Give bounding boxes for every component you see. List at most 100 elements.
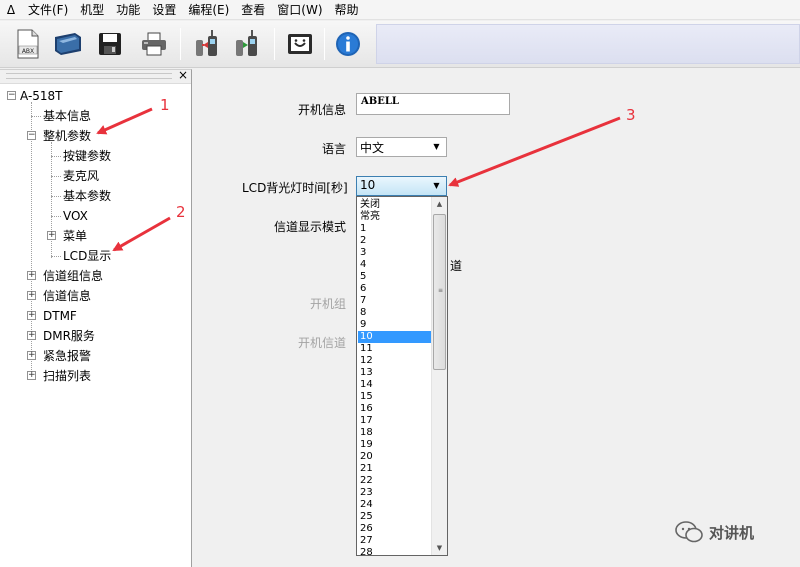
dropdown-option[interactable]: 4: [358, 259, 431, 271]
dropdown-option[interactable]: 19: [358, 439, 431, 451]
write-radio-button[interactable]: [230, 27, 266, 61]
menu-settings[interactable]: 设置: [146, 0, 182, 20]
tree-item-root[interactable]: A-518T: [20, 87, 63, 105]
tree-item-vox[interactable]: VOX: [63, 207, 88, 225]
menu-window[interactable]: 窗口(W): [271, 0, 328, 20]
menu-program[interactable]: 编程(E): [182, 0, 235, 20]
dropdown-option[interactable]: 3: [358, 247, 431, 259]
app-logo-icon[interactable]: Δ: [0, 3, 22, 17]
dropdown-option[interactable]: 14: [358, 379, 431, 391]
about-button[interactable]: [282, 27, 318, 61]
expand-toggle-scan[interactable]: +: [27, 371, 36, 380]
menu-model[interactable]: 机型: [74, 0, 110, 20]
dropdown-option[interactable]: 12: [358, 355, 431, 367]
toolbar-empty-area: [376, 24, 800, 64]
expand-toggle-menu[interactable]: +: [47, 231, 56, 240]
dropdown-option[interactable]: 26: [358, 523, 431, 535]
tree-item-dtmf[interactable]: DTMF: [43, 307, 77, 325]
dropdown-option[interactable]: 28: [358, 547, 431, 555]
power-on-info-label: 开机信息: [298, 103, 347, 117]
expand-toggle-channel-group[interactable]: +: [27, 271, 36, 280]
dropdown-option[interactable]: 17: [358, 415, 431, 427]
menu-bar: Δ 文件(F) 机型 功能 设置 编程(E) 查看 窗口(W) 帮助: [0, 0, 800, 20]
lcd-backlight-dropdown-list[interactable]: 关闭 常亮 1 2 3 4 5 6 7 8 9 10 11 12 13 14 15 16 17 18 19 20 21 22 2…: [356, 196, 448, 556]
new-file-button[interactable]: ABX: [10, 27, 46, 61]
collapse-toggle-whole-params[interactable]: −: [27, 131, 36, 140]
open-button[interactable]: [50, 27, 86, 61]
dropdown-option[interactable]: 15: [358, 391, 431, 403]
annotation-number-2: 2: [176, 203, 186, 221]
toolbar-separator: [180, 28, 181, 60]
dropdown-option[interactable]: 18: [358, 427, 431, 439]
menu-help[interactable]: 帮助: [329, 0, 365, 20]
power-on-group-label: 开机组: [310, 297, 347, 311]
abx-label: ABX: [22, 48, 34, 55]
info-button[interactable]: [330, 27, 366, 61]
tree-item-emergency[interactable]: 紧急报警: [43, 347, 91, 365]
power-on-channel-label: 开机信道: [298, 336, 347, 350]
dropdown-option[interactable]: 21: [358, 463, 431, 475]
tree-item-menu[interactable]: 菜单: [63, 227, 87, 245]
dropdown-option[interactable]: 22: [358, 475, 431, 487]
lcd-backlight-value: 10: [360, 178, 376, 192]
scroll-down-icon[interactable]: ▼: [432, 541, 447, 555]
tree-item-whole-params[interactable]: 整机参数: [43, 127, 91, 145]
expand-toggle-dtmf[interactable]: +: [27, 311, 36, 320]
dropdown-option[interactable]: 关闭: [358, 199, 431, 211]
dropdown-option[interactable]: 6: [358, 283, 431, 295]
channel-display-mode-label: 信道显示模式: [274, 220, 347, 234]
dropdown-option[interactable]: 7: [358, 295, 431, 307]
dropdown-option[interactable]: 1: [358, 223, 431, 235]
power-on-info-field[interactable]: ABELL: [356, 93, 510, 115]
dropdown-option[interactable]: 常亮: [358, 211, 431, 223]
tree-item-channel-group[interactable]: 信道组信息: [43, 267, 103, 285]
language-select[interactable]: 中文 ▼: [356, 137, 447, 157]
tree-item-basic-params[interactable]: 基本参数: [63, 187, 111, 205]
print-button[interactable]: [136, 27, 172, 61]
dropdown-option[interactable]: 23: [358, 487, 431, 499]
expand-toggle-dmr[interactable]: +: [27, 331, 36, 340]
watermark: 对讲机: [675, 520, 754, 544]
channel-display-partial-text: 道: [450, 259, 463, 273]
dropdown-option[interactable]: 5: [358, 271, 431, 283]
save-button[interactable]: [92, 27, 128, 61]
tree-item-channel-info[interactable]: 信道信息: [43, 287, 91, 305]
tree-item-mic[interactable]: 麦克风: [63, 167, 99, 185]
tree-item-lcd[interactable]: LCD显示: [63, 247, 111, 265]
dropdown-option[interactable]: 25: [358, 511, 431, 523]
dropdown-option[interactable]: 9: [358, 319, 431, 331]
dropdown-scrollbar[interactable]: ▲ ≡ ▼: [431, 197, 447, 555]
dropdown-option[interactable]: 11: [358, 343, 431, 355]
tree-item-basic-info[interactable]: 基本信息: [43, 107, 91, 125]
tree-item-dmr[interactable]: DMR服务: [43, 327, 95, 345]
menu-function[interactable]: 功能: [110, 0, 146, 20]
lcd-backlight-select[interactable]: 10 ▼: [356, 176, 447, 196]
dropdown-option[interactable]: 8: [358, 307, 431, 319]
scrollbar-thumb[interactable]: ≡: [433, 214, 446, 370]
dropdown-option[interactable]: 24: [358, 499, 431, 511]
pane-grip[interactable]: [6, 73, 172, 79]
tree-line: [51, 196, 61, 197]
dropdown-option[interactable]: 16: [358, 403, 431, 415]
expand-toggle-emergency[interactable]: +: [27, 351, 36, 360]
tree-item-scan[interactable]: 扫描列表: [43, 367, 91, 385]
dropdown-option[interactable]: 10: [358, 331, 431, 343]
dropdown-option[interactable]: 13: [358, 367, 431, 379]
save-icon: [99, 33, 121, 55]
collapse-toggle-root[interactable]: −: [7, 91, 16, 100]
dropdown-option[interactable]: 2: [358, 235, 431, 247]
menu-view[interactable]: 查看: [235, 0, 271, 20]
expand-toggle-channel-info[interactable]: +: [27, 291, 36, 300]
tree-item-key-params[interactable]: 按键参数: [63, 147, 111, 165]
grip-icon: ≡: [438, 287, 444, 294]
tree-line: [51, 156, 61, 157]
dropdown-option[interactable]: 20: [358, 451, 431, 463]
menu-file[interactable]: 文件(F): [22, 0, 74, 20]
wechat-logo-icon: [675, 521, 703, 543]
close-icon[interactable]: ×: [178, 68, 188, 82]
tree-line: [31, 116, 41, 117]
scroll-up-icon[interactable]: ▲: [432, 197, 447, 211]
read-radio-button[interactable]: [190, 27, 226, 61]
tree-line: [51, 216, 61, 217]
dropdown-option[interactable]: 27: [358, 535, 431, 547]
